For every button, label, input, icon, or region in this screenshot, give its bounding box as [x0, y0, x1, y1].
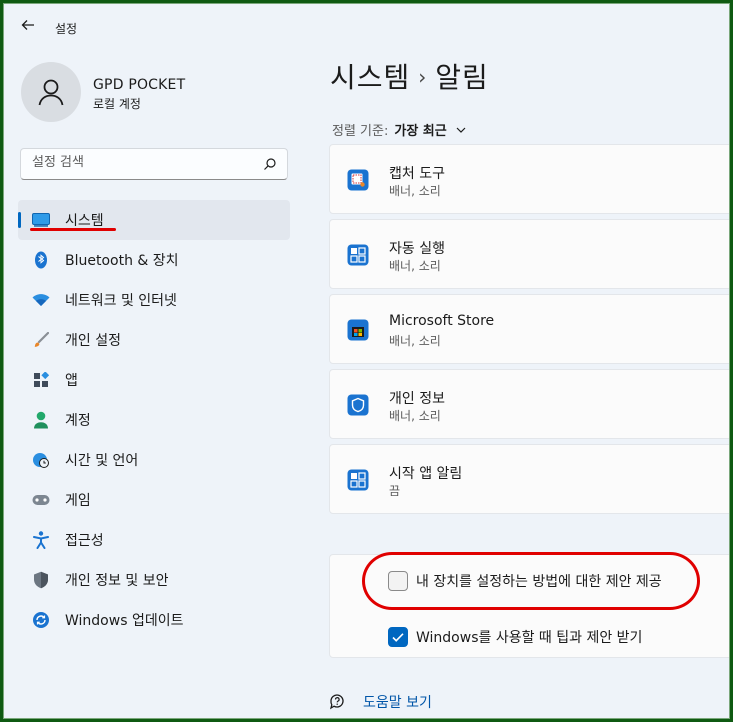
highlight-ellipse [362, 552, 700, 610]
sidebar-item-apps[interactable]: 앱 [18, 360, 290, 400]
monitor-icon [32, 211, 50, 229]
startup-apps-icon [347, 469, 369, 491]
sidebar-item-label: 앱 [65, 373, 78, 389]
app-notification-privacy[interactable]: 개인 정보 배너, 소리 [329, 369, 729, 439]
gamepad-icon [32, 491, 50, 509]
help-link[interactable]: 도움말 보기 [363, 692, 432, 712]
app-notification-autoplay[interactable]: 자동 실행 배너, 소리 [329, 219, 729, 289]
person-icon [32, 411, 50, 429]
tips-suggestions-checkbox[interactable] [388, 627, 408, 647]
search-box[interactable] [20, 148, 288, 180]
help-row[interactable]: 도움말 보기 [329, 692, 432, 712]
settings-window: 설정 GPD POCKET 로컬 계정 시스템 [3, 3, 730, 719]
app-name: 캡처 도구 [389, 166, 445, 182]
sidebar-item-label: 개인 설정 [65, 333, 121, 349]
accessibility-icon [32, 531, 50, 549]
app-notification-type: 배너, 소리 [389, 259, 441, 273]
app-notification-type: 배너, 소리 [389, 184, 441, 198]
arrow-left-icon [21, 20, 34, 30]
sidebar-nav: 시스템 Bluetooth & 장치 네트워크 및 인터넷 개인 설정 앱 계정… [18, 200, 290, 640]
sidebar-item-network[interactable]: 네트워크 및 인터넷 [18, 280, 290, 320]
privacy-shield-icon [347, 394, 369, 416]
sort-value[interactable]: 가장 최근 [394, 120, 446, 139]
breadcrumb-parent[interactable]: 시스템 [330, 61, 410, 94]
checkmark-icon [392, 633, 404, 642]
sidebar-item-accessibility[interactable]: 접근성 [18, 520, 290, 560]
sidebar-item-accounts[interactable]: 계정 [18, 400, 290, 440]
profile-account-type: 로컬 계정 [93, 97, 141, 111]
sidebar-item-label: 게임 [65, 493, 91, 509]
sidebar-item-system[interactable]: 시스템 [18, 200, 290, 240]
sidebar-item-label: 시간 및 언어 [65, 453, 139, 469]
store-icon [347, 319, 369, 341]
highlight-underline [30, 228, 116, 231]
sidebar-item-windows-update[interactable]: Windows 업데이트 [18, 600, 290, 640]
sidebar-item-label: Bluetooth & 장치 [65, 253, 179, 269]
sidebar-item-label: Windows 업데이트 [65, 613, 184, 629]
sidebar-item-label: 접근성 [65, 533, 104, 549]
sidebar-item-gaming[interactable]: 게임 [18, 480, 290, 520]
sidebar-item-time-language[interactable]: 시간 및 언어 [18, 440, 290, 480]
sidebar-item-bluetooth[interactable]: Bluetooth & 장치 [18, 240, 290, 280]
app-name: 시작 앱 알림 [389, 466, 463, 482]
profile-name: GPD POCKET [93, 77, 186, 93]
wifi-icon [32, 291, 50, 309]
back-button[interactable] [18, 17, 38, 37]
search-icon[interactable] [263, 157, 277, 171]
app-notification-type: 배너, 소리 [389, 334, 441, 348]
app-notification-type: 끔 [389, 484, 401, 498]
selection-indicator [18, 212, 21, 228]
sort-dropdown[interactable]: 정렬 기준: 가장 최근 [332, 120, 467, 139]
option-row-tips-suggestions[interactable]: Windows를 사용할 때 팁과 제안 받기 [330, 619, 729, 655]
sidebar-item-personalization[interactable]: 개인 설정 [18, 320, 290, 360]
app-notification-startup-apps[interactable]: 시작 앱 알림 끔 [329, 444, 729, 514]
sidebar-item-privacy-security[interactable]: 개인 정보 및 보안 [18, 560, 290, 600]
app-notification-snipping-tool[interactable]: 캡처 도구 배너, 소리 [329, 144, 729, 214]
globe-clock-icon [32, 451, 50, 469]
app-name: 자동 실행 [389, 241, 445, 257]
sidebar-item-label: 네트워크 및 인터넷 [65, 293, 177, 309]
sidebar-item-label: 시스템 [65, 213, 104, 229]
breadcrumb-separator: › [418, 65, 428, 89]
app-name: Microsoft Store [389, 313, 495, 329]
page-title: 알림 [435, 61, 489, 94]
sidebar-item-label: 개인 정보 및 보안 [65, 573, 169, 589]
avatar[interactable] [21, 62, 81, 122]
search-input[interactable] [32, 155, 252, 170]
update-icon [32, 611, 50, 629]
person-icon [38, 79, 64, 106]
brush-icon [32, 331, 50, 349]
sort-label: 정렬 기준: [332, 124, 389, 139]
chevron-down-icon[interactable] [455, 124, 467, 136]
option-label: Windows를 사용할 때 팁과 제안 받기 [416, 630, 643, 646]
app-notification-type: 배너, 소리 [389, 409, 441, 423]
snipping-tool-icon [347, 169, 369, 191]
title-bar: 설정 [4, 4, 729, 50]
breadcrumb: 시스템 › 알림 [330, 56, 489, 96]
app-title: 설정 [55, 22, 78, 36]
app-notification-microsoft-store[interactable]: Microsoft Store 배너, 소리 [329, 294, 729, 364]
help-icon [329, 694, 344, 710]
apps-icon [32, 371, 50, 389]
bluetooth-icon [32, 251, 50, 269]
app-name: 개인 정보 [389, 391, 445, 407]
shield-icon [32, 571, 50, 589]
autoplay-icon [347, 244, 369, 266]
sidebar-item-label: 계정 [65, 413, 91, 429]
